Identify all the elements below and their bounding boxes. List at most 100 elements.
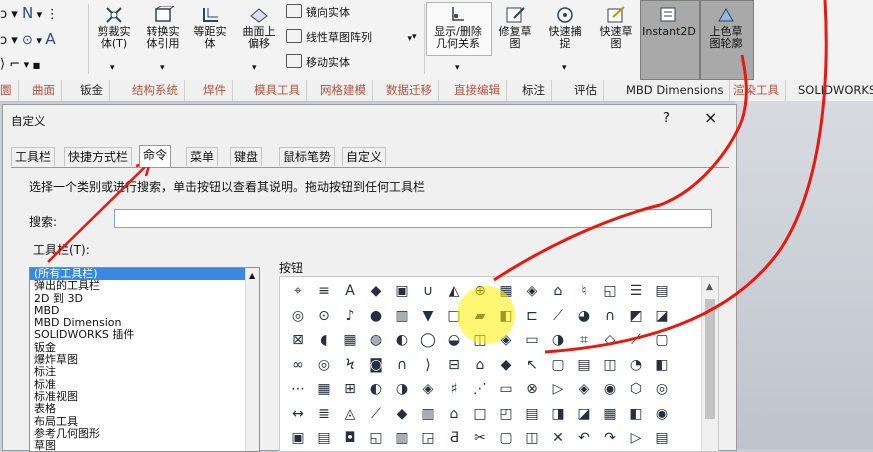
- tab-mouse-gestures[interactable]: 鼠标笔势: [279, 147, 336, 166]
- tab-mold-tools[interactable]: 模具工具: [248, 80, 307, 101]
- command-icon[interactable]: ◬: [341, 406, 359, 423]
- command-icon[interactable]: ⊗: [523, 381, 541, 398]
- tab-shortcut-bar[interactable]: 快捷方式栏: [64, 147, 133, 166]
- command-icon[interactable]: ⟩: [419, 357, 437, 374]
- command-icon[interactable]: ◐: [393, 332, 411, 349]
- command-icon[interactable]: ◭: [445, 283, 463, 300]
- command-icon[interactable]: ◎: [315, 357, 333, 374]
- command-icon[interactable]: ⋯: [289, 381, 307, 398]
- search-input[interactable]: [114, 209, 712, 228]
- command-icon[interactable]: ◰: [497, 406, 515, 423]
- list-item[interactable]: 爆炸草图: [30, 353, 259, 366]
- command-icon[interactable]: ◧: [653, 357, 671, 374]
- command-icon[interactable]: ◈: [523, 283, 541, 300]
- command-icon[interactable]: ∪: [419, 283, 437, 300]
- command-icon[interactable]: ◖: [315, 332, 333, 349]
- command-icon[interactable]: ◕: [575, 308, 593, 325]
- command-icon[interactable]: ▦: [315, 381, 333, 398]
- command-icon[interactable]: ▭: [523, 332, 541, 349]
- list-item[interactable]: 标注: [30, 366, 259, 379]
- command-icon[interactable]: ⬡: [627, 381, 645, 398]
- scroll-up-icon[interactable]: ▲: [249, 271, 255, 280]
- command-icon[interactable]: ◆: [497, 357, 515, 374]
- command-icon[interactable]: ▣: [393, 283, 411, 300]
- command-icon[interactable]: ◨: [549, 406, 567, 423]
- command-icon[interactable]: ⊙: [315, 308, 333, 325]
- list-item[interactable]: 布局工具: [30, 415, 259, 428]
- move-entities-button[interactable]: 移动实体: [286, 54, 350, 72]
- command-icon[interactable]: ◆: [393, 406, 411, 423]
- command-icon[interactable]: ◱: [601, 283, 619, 300]
- dropdown-arrow-icon[interactable]: ▾: [110, 63, 115, 73]
- command-icon[interactable]: ◘: [341, 430, 359, 447]
- command-icon[interactable]: ◪: [653, 308, 671, 325]
- command-icon[interactable]: ◙: [367, 357, 385, 374]
- tab-data-migration[interactable]: 数据迁移: [380, 80, 439, 101]
- command-icon[interactable]: ▦: [341, 332, 359, 349]
- command-icon[interactable]: ⌂: [471, 357, 489, 374]
- command-icon[interactable]: ●: [367, 308, 385, 325]
- command-icon[interactable]: ▥: [393, 308, 411, 325]
- command-icon[interactable]: ⌂: [549, 283, 567, 300]
- dropdown-arrow-icon[interactable]: ▾: [455, 63, 460, 73]
- command-icon[interactable]: ≣: [315, 406, 333, 423]
- command-icon[interactable]: ⊞: [341, 381, 359, 398]
- tab-customization[interactable]: 自定义: [342, 147, 387, 166]
- mirror-entities-button[interactable]: 镜向实体: [286, 4, 350, 22]
- tab-surfaces[interactable]: 曲面: [26, 80, 62, 101]
- list-item[interactable]: 表格: [30, 402, 259, 415]
- command-icon[interactable]: ◍: [367, 332, 385, 349]
- command-icon[interactable]: ◆: [367, 283, 385, 300]
- command-icon[interactable]: Ϟ: [341, 357, 359, 374]
- command-icon[interactable]: ↔: [289, 406, 307, 423]
- command-icon[interactable]: ◯: [419, 332, 437, 349]
- tab-solidworks-addins[interactable]: SOLIDWORKS: [792, 80, 873, 101]
- command-icon[interactable]: ▷: [627, 430, 645, 447]
- command-icon[interactable]: ▥: [393, 430, 411, 447]
- trim-entities-button[interactable]: 剪裁实 体(T): [92, 6, 136, 50]
- command-icon[interactable]: ⌗: [575, 332, 593, 349]
- command-icon[interactable]: ◇: [601, 332, 619, 349]
- command-icon[interactable]: ▦: [601, 406, 619, 423]
- command-icon[interactable]: ◒: [445, 332, 463, 349]
- command-icon[interactable]: ✂: [471, 430, 489, 447]
- command-icon[interactable]: ≡: [315, 283, 333, 300]
- command-icon[interactable]: ♮: [575, 283, 593, 300]
- list-item[interactable]: 弹出的工具栏: [30, 279, 259, 292]
- command-icon[interactable]: ▤: [523, 406, 541, 423]
- tab-render-tools[interactable]: 渲染工具: [727, 80, 786, 101]
- command-icon[interactable]: ▢: [497, 430, 515, 447]
- list-item[interactable]: SOLIDWORKS 插件: [30, 329, 259, 342]
- buttons-scrollbar[interactable]: ▲: [701, 277, 718, 451]
- close-button[interactable]: ×: [704, 108, 717, 127]
- command-icon[interactable]: ▭: [497, 381, 515, 398]
- category-scrollbar[interactable]: ▲: [245, 268, 259, 451]
- command-icon[interactable]: ◈: [419, 381, 437, 398]
- tab-direct-editing[interactable]: 直接编辑: [448, 80, 507, 101]
- category-list[interactable]: (所有工具栏) 弹出的工具栏 2D 到 3D MBD MBD Dimension…: [29, 267, 260, 452]
- tab-mbd-dimensions[interactable]: MBD Dimensions: [620, 80, 731, 101]
- tab-toolbars[interactable]: 工具栏: [11, 147, 56, 166]
- command-icon[interactable]: ◎: [289, 308, 307, 325]
- convert-entities-button[interactable]: 转换实 体引用: [140, 6, 186, 50]
- command-icon[interactable]: ⊏: [523, 308, 541, 325]
- command-icon[interactable]: ◩: [627, 308, 645, 325]
- tab-menus[interactable]: 菜单: [186, 147, 219, 166]
- command-icon[interactable]: ◑: [393, 381, 411, 398]
- command-icon[interactable]: ◉: [601, 381, 619, 398]
- command-icon[interactable]: □: [471, 406, 489, 423]
- shaded-sketch-contours-button[interactable]: 上色草 图轮廓: [701, 6, 751, 50]
- command-icon[interactable]: ▤: [575, 357, 593, 374]
- command-icon[interactable]: ▢: [653, 332, 671, 349]
- command-icon[interactable]: ↷: [601, 430, 619, 447]
- dropdown-arrow-icon[interactable]: ▾: [160, 63, 165, 73]
- tab-markup[interactable]: 标注: [516, 80, 552, 101]
- command-icon[interactable]: ◫: [601, 357, 619, 374]
- tab-evaluate[interactable]: 评估: [568, 80, 604, 101]
- command-icon[interactable]: ⊠: [289, 332, 307, 349]
- command-icon[interactable]: ▷: [549, 381, 567, 398]
- command-icon[interactable]: ∩: [601, 308, 619, 325]
- scrollbar-thumb[interactable]: [705, 299, 715, 419]
- quick-snaps-button[interactable]: 快速捕 捉: [542, 6, 588, 50]
- instant2d-button[interactable]: Instant2D: [641, 6, 697, 38]
